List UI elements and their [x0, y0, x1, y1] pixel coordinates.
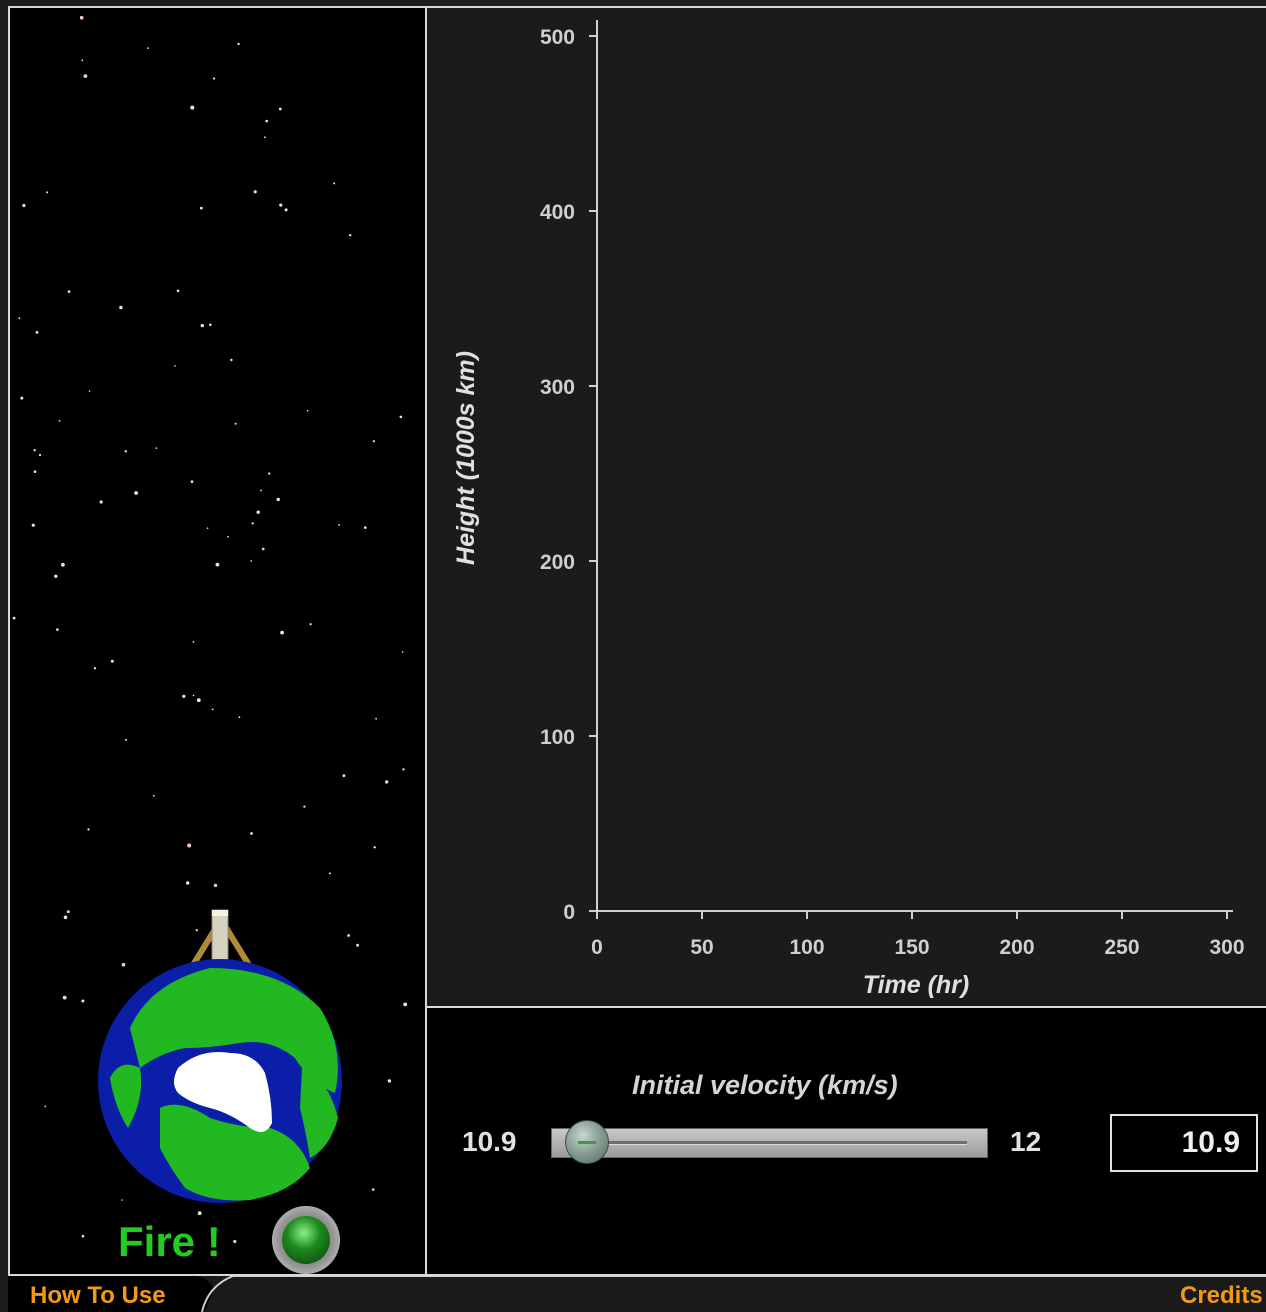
graph-panel: 0 100 200 300 400 500 0 50 100 150 200 250 300 Heigh…: [427, 8, 1266, 1006]
y-axis-title: Height (1000s km): [452, 351, 480, 565]
fire-label: Fire !: [118, 1218, 221, 1265]
x-tick-label: 50: [690, 936, 713, 959]
slider-min-label: 10.9: [462, 1126, 517, 1157]
velocity-slider-track[interactable]: [551, 1128, 988, 1158]
y-tick-label: 0: [563, 901, 575, 924]
x-tick-label: 250: [1104, 936, 1139, 959]
velocity-label: Initial velocity (km/s): [632, 1070, 898, 1100]
fire-button-light: [282, 1216, 330, 1264]
y-tick-label: 300: [540, 376, 575, 399]
slider-max-label: 12: [1010, 1126, 1042, 1157]
x-axis-title: Time (hr): [863, 971, 970, 999]
control-panel: Initial velocity (km/s) 10.9 12 10.9: [427, 1008, 1266, 1274]
earth: [98, 909, 342, 1203]
velocity-slider-thumb[interactable]: [565, 1120, 609, 1164]
x-tick-label: 150: [894, 936, 929, 959]
space-view: [10, 8, 425, 1274]
x-tick-label: 100: [789, 936, 824, 959]
velocity-value-field[interactable]: 10.9: [1110, 1114, 1258, 1172]
y-tick-label: 400: [540, 201, 575, 224]
tab-shape: [8, 1276, 1266, 1312]
fire-button[interactable]: [272, 1206, 340, 1274]
bottom-bar: How To Use Credits: [8, 1276, 1266, 1312]
height-time-chart: 0 100 200 300 400 500 0 50 100 150 200 250 300 Heigh…: [452, 20, 1245, 999]
credits-link[interactable]: Credits: [1180, 1282, 1263, 1310]
slider-thumb-grip: [578, 1141, 596, 1144]
x-tick-label: 200: [999, 936, 1034, 959]
earth-globe: [98, 959, 342, 1203]
app-window: 0 100 200 300 400 500 0 50 100 150 200 250 300 Heigh…: [0, 0, 1266, 1312]
y-tick-label: 200: [540, 551, 575, 574]
y-tick-label: 100: [540, 726, 575, 749]
chart-axes: 0 100 200 300 400 500 0 50 100 150 200 250 300: [540, 20, 1245, 959]
y-tick-label: 500: [540, 26, 575, 49]
slider-groove: [582, 1141, 967, 1145]
x-tick-label: 0: [591, 936, 603, 959]
how-to-use-link[interactable]: How To Use: [30, 1282, 166, 1310]
x-tick-label: 300: [1209, 936, 1244, 959]
